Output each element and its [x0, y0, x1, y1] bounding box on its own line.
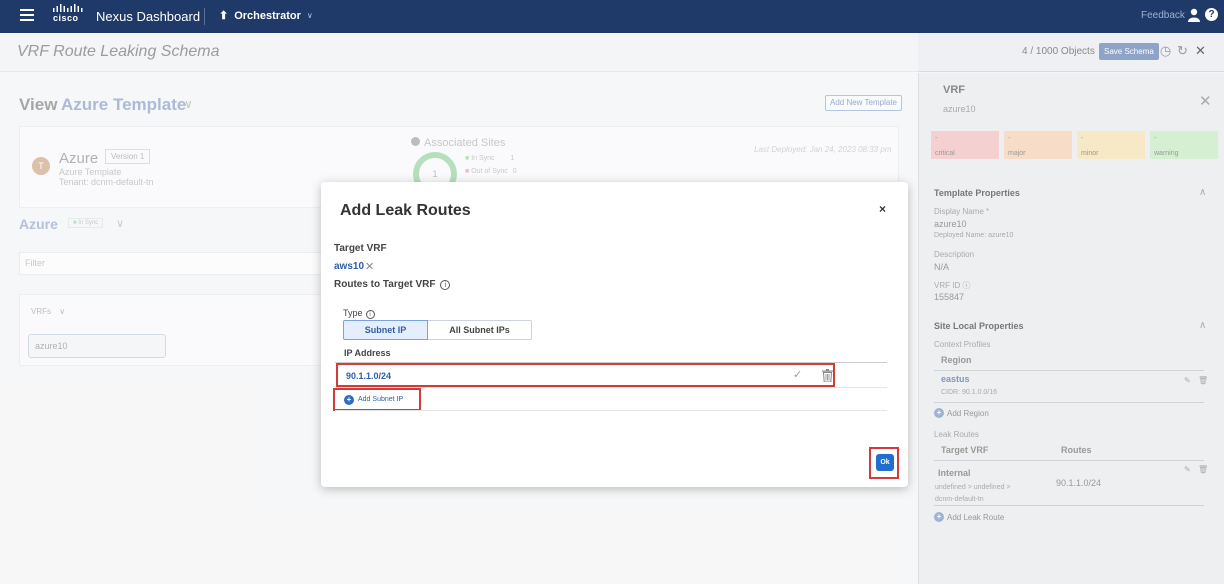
- close-icon[interactable]: ✕: [1199, 92, 1212, 110]
- fault-label: critical: [935, 150, 955, 157]
- info-icon: ⓘ: [962, 281, 971, 290]
- app-selector[interactable]: ⬆ Orchestrator ∨: [219, 9, 313, 23]
- plus-icon: +: [934, 408, 944, 418]
- user-icon[interactable]: [1188, 8, 1200, 22]
- chevron-up-icon[interactable]: ∧: [1199, 187, 1206, 198]
- dialog-title: Add Leak Routes: [340, 202, 471, 219]
- fault-minor: - minor: [1077, 131, 1145, 159]
- site-local-heading: Site Local Properties: [934, 321, 1024, 331]
- divider: [934, 460, 1204, 461]
- chevron-up-icon[interactable]: ∧: [1199, 320, 1206, 331]
- trash-icon[interactable]: [822, 369, 833, 383]
- target-vrf-label: Target VRF: [334, 243, 387, 254]
- divider: [204, 8, 205, 25]
- fault-label: major: [1008, 150, 1026, 157]
- vrf-id-label: VRF ID ⓘ: [934, 280, 970, 291]
- type-label-text: Type: [343, 308, 363, 318]
- divider: [335, 410, 887, 411]
- subnet-ip-option[interactable]: Subnet IP: [343, 320, 428, 340]
- panel-title: VRF: [943, 84, 965, 96]
- target-vrf-value: aws10: [334, 261, 365, 272]
- routes-to-target-label: Routes to Target VRF i: [334, 279, 451, 290]
- leak-route-value: 90.1.1.0/24: [1056, 478, 1102, 488]
- orchestrator-icon: ⬆: [219, 10, 229, 22]
- display-name-label: Display Name *: [934, 207, 990, 216]
- region-cidr: CIDR: 90.1.0.0/16: [941, 389, 998, 396]
- fault-label: warning: [1154, 150, 1179, 157]
- top-navigation-bar: cisco Nexus Dashboard ⬆ Orchestrator ∨ F…: [0, 0, 1224, 33]
- fault-major: - major: [1004, 131, 1072, 159]
- divider: [934, 505, 1204, 506]
- app-title: Nexus Dashboard: [96, 9, 201, 24]
- delete-icon[interactable]: 🗑: [1198, 465, 1208, 474]
- fault-critical: - critical: [931, 131, 999, 159]
- fault-count: -: [1081, 135, 1084, 142]
- description-value: N/A: [934, 262, 950, 272]
- routes-to-target-text: Routes to Target VRF: [334, 279, 436, 290]
- type-label: Type i: [343, 308, 375, 319]
- description-label: Description: [934, 250, 975, 259]
- template-properties-heading: Template Properties: [934, 188, 1020, 198]
- menu-icon[interactable]: [20, 9, 34, 21]
- object-count: 4 / 1000 Objects: [1022, 46, 1095, 57]
- add-subnet-ip-button[interactable]: + Add Subnet IP: [333, 388, 421, 411]
- divider: [934, 370, 1204, 371]
- close-icon[interactable]: ✕: [1194, 44, 1207, 57]
- delete-icon[interactable]: 🗑: [1198, 376, 1208, 385]
- add-leak-route-label: Add Leak Route: [947, 512, 1005, 522]
- vrf-id-value: 155847: [934, 292, 965, 302]
- history-icon[interactable]: ◷: [1159, 44, 1172, 57]
- save-schema-button[interactable]: Save Schema: [1099, 43, 1159, 60]
- add-leak-route-button[interactable]: + Add Leak Route: [934, 512, 1004, 522]
- add-region-label: Add Region: [947, 408, 989, 418]
- all-subnet-ips-option[interactable]: All Subnet IPs: [428, 320, 532, 340]
- context-profiles-label: Context Profiles: [934, 340, 991, 349]
- plus-icon: +: [934, 512, 944, 522]
- clear-icon[interactable]: ✕: [365, 260, 374, 273]
- add-region-button[interactable]: + Add Region: [934, 408, 989, 418]
- close-icon[interactable]: ×: [879, 202, 886, 216]
- properties-panel: VRF azure10 ✕ - critical - major - minor…: [918, 73, 1224, 584]
- fault-warning: - warning: [1150, 131, 1218, 159]
- help-icon[interactable]: ?: [1205, 8, 1218, 21]
- display-name-value: azure10: [934, 219, 967, 229]
- ip-address-row: 90.1.1.0/24 ✓: [336, 363, 835, 387]
- leak-routes-label: Leak Routes: [934, 430, 979, 439]
- ok-button[interactable]: Ok: [876, 454, 894, 471]
- region-column-header: Region: [941, 355, 972, 365]
- fault-label: minor: [1081, 150, 1099, 157]
- divider: [934, 402, 1204, 403]
- edit-icon[interactable]: ✎: [1184, 465, 1191, 474]
- plus-icon: +: [344, 394, 354, 405]
- info-icon[interactable]: i: [440, 280, 451, 290]
- check-icon[interactable]: ✓: [793, 368, 802, 381]
- region-value[interactable]: eastus: [941, 374, 970, 384]
- fault-count: -: [1154, 135, 1157, 142]
- routes-column-header: Routes: [1061, 445, 1092, 455]
- feedback-link[interactable]: Feedback: [1141, 10, 1185, 21]
- ip-address-value[interactable]: 90.1.1.0/24: [346, 371, 391, 381]
- fault-count: -: [1008, 135, 1011, 142]
- fault-count: -: [935, 135, 938, 142]
- cisco-wordmark: cisco: [53, 13, 79, 23]
- panel-subtitle: azure10: [943, 104, 976, 114]
- refresh-icon[interactable]: ↻: [1176, 44, 1189, 57]
- chevron-down-icon: ∨: [306, 11, 313, 20]
- leak-target-path: undefined > undefined > dcnm-default-tn: [935, 484, 1011, 503]
- add-leak-routes-dialog: Add Leak Routes × Target VRF aws10 ✕ Rou…: [321, 182, 908, 487]
- deployed-name: Deployed Name: azure10: [934, 232, 1014, 239]
- ok-button-highlight: Ok: [869, 447, 899, 479]
- app-selector-label: Orchestrator: [234, 9, 301, 22]
- edit-icon[interactable]: ✎: [1184, 376, 1191, 385]
- ip-address-header: IP Address: [344, 348, 391, 358]
- target-vrf-column-header: Target VRF: [941, 445, 989, 455]
- add-subnet-ip-label: Add Subnet IP: [358, 396, 404, 403]
- type-toggle: Subnet IP All Subnet IPs: [343, 320, 532, 340]
- vrf-id-label-text: VRF ID: [934, 281, 961, 290]
- info-icon[interactable]: i: [365, 310, 375, 319]
- leak-target-vrf: Internal: [938, 468, 971, 478]
